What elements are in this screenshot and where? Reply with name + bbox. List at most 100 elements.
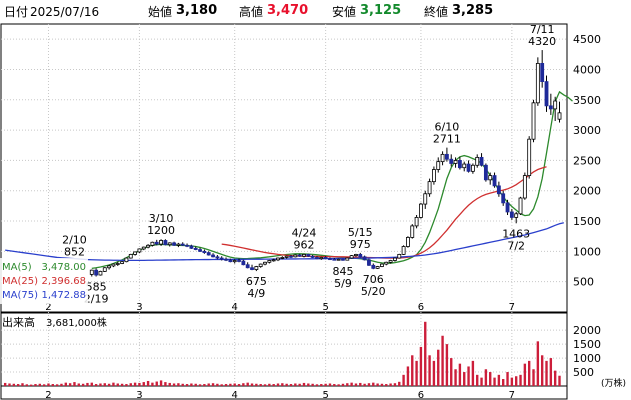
volume-bar xyxy=(21,383,24,386)
volume-bar xyxy=(441,335,444,386)
month-label-price: 5 xyxy=(322,302,328,313)
price-tick-label: 4500 xyxy=(573,33,601,46)
volume-bar xyxy=(203,384,206,386)
volume-bar xyxy=(428,355,431,386)
volume-bar xyxy=(311,383,314,386)
volume-bar xyxy=(540,355,544,386)
volume-bar xyxy=(246,382,249,386)
candle-up xyxy=(302,253,306,257)
volume-bar xyxy=(380,383,384,386)
legend-ma25-value: 2,396.68 xyxy=(41,276,86,287)
candle-up xyxy=(531,102,536,140)
volume-bar xyxy=(298,383,301,386)
candle-up xyxy=(514,213,519,218)
candle-down xyxy=(250,267,254,270)
price-tick-label: 500 xyxy=(573,276,594,289)
candle-down xyxy=(548,105,553,110)
volume-bar xyxy=(133,382,137,386)
candle-up xyxy=(423,193,428,205)
candle-down xyxy=(189,245,194,249)
volume-bar xyxy=(29,384,33,386)
candle-up xyxy=(319,257,324,260)
volume-bar xyxy=(177,383,180,386)
candle-up xyxy=(98,270,103,276)
candle-up xyxy=(345,257,350,261)
candle-down xyxy=(202,250,207,253)
candle-up xyxy=(406,237,410,247)
candle-down xyxy=(332,258,337,261)
volume-bar xyxy=(81,383,85,386)
candle-down xyxy=(315,257,319,260)
candle-up xyxy=(128,253,133,259)
volume-bar xyxy=(489,372,492,386)
annotation-high-price: 975 xyxy=(350,238,371,251)
volume-bar xyxy=(328,383,332,386)
candle-up xyxy=(553,100,558,110)
legend-ma5-value: 3,478.00 xyxy=(41,262,86,273)
candle-up xyxy=(137,248,142,253)
candle-up xyxy=(133,251,138,255)
candle-up xyxy=(254,266,259,270)
volume-bar xyxy=(194,383,197,386)
stock-chart: 5001000150020002500300035004000450050010… xyxy=(0,23,626,400)
candle-down xyxy=(241,260,246,266)
candle-down xyxy=(206,252,211,256)
candle-up xyxy=(462,163,467,169)
candle-down xyxy=(297,254,302,257)
volume-bar xyxy=(259,384,262,386)
volume-bar xyxy=(527,360,531,386)
volume-bar xyxy=(25,384,29,386)
candle-up xyxy=(349,255,354,259)
candle-down xyxy=(371,264,376,269)
candle-down xyxy=(328,258,332,261)
candle-up xyxy=(557,112,562,120)
candle-down xyxy=(544,81,549,107)
candle-up xyxy=(453,160,458,164)
volume-bar xyxy=(68,383,72,386)
candle-up xyxy=(393,257,397,261)
volume-bar xyxy=(424,321,427,386)
volume-bar xyxy=(536,341,540,386)
volume-bar xyxy=(515,376,518,386)
volume-bar xyxy=(402,374,405,386)
volume-bar xyxy=(393,383,397,386)
candle-down xyxy=(483,164,488,181)
annotation-low-date: 5/9 xyxy=(334,277,352,290)
month-label-date: 7 xyxy=(509,390,515,400)
candle-down xyxy=(341,258,345,261)
candle-down xyxy=(306,253,311,257)
volume-bar xyxy=(229,383,232,386)
volume-bar xyxy=(445,344,449,386)
annotation-high-price: 852 xyxy=(64,245,85,258)
candle-up xyxy=(440,153,445,163)
volume-bar xyxy=(211,383,215,386)
volume-bar xyxy=(363,383,366,386)
volume-bar xyxy=(307,383,310,386)
volume-bar xyxy=(415,360,418,386)
volume-bar xyxy=(285,383,288,386)
candle-down xyxy=(466,163,471,172)
volume-bar xyxy=(38,383,42,386)
month-label-price: 4 xyxy=(232,302,238,313)
volume-bar xyxy=(125,384,128,386)
candle-up xyxy=(232,260,237,263)
candle-up xyxy=(293,254,298,258)
price-tick-label: 3000 xyxy=(573,124,601,137)
volume-bar xyxy=(350,382,353,386)
volume-bar xyxy=(484,369,488,386)
volume-bar xyxy=(510,377,514,386)
candle-up xyxy=(107,265,112,269)
candle-down xyxy=(444,153,449,160)
volume-bar xyxy=(506,372,509,386)
month-label-date: 6 xyxy=(418,390,424,400)
candle-up xyxy=(124,257,129,263)
volume-bar xyxy=(8,383,11,386)
volume-bar xyxy=(406,366,410,386)
volume-bar xyxy=(155,381,158,386)
volume-bar xyxy=(142,382,145,386)
volume-bar xyxy=(302,382,306,386)
candle-down xyxy=(367,259,371,266)
candle-up xyxy=(280,257,285,259)
candle-up xyxy=(150,241,155,246)
volume-tick-label: 2000 xyxy=(573,324,601,337)
